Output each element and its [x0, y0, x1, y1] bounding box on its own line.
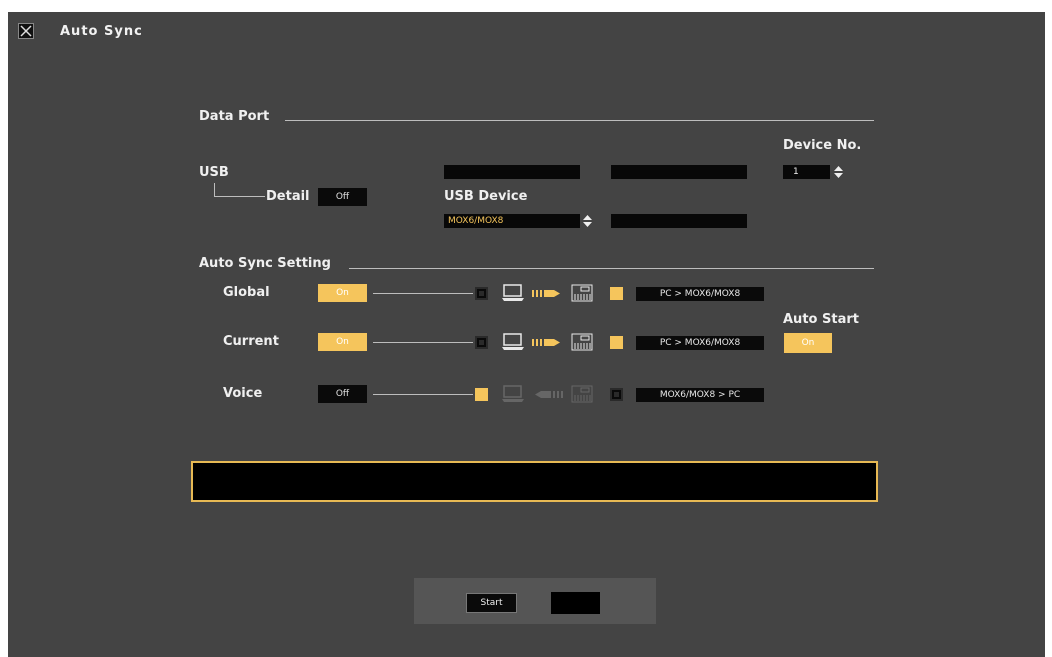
data-port-section-label: Data Port: [199, 109, 270, 124]
spin-updown-icon[interactable]: [834, 166, 843, 178]
voice-connector-line: [373, 394, 473, 395]
global-pc-checkbox[interactable]: [475, 287, 488, 300]
port-field-1: [444, 165, 580, 179]
close-icon[interactable]: [18, 23, 34, 39]
arrow-right-icon: [532, 289, 562, 298]
current-toggle[interactable]: On: [318, 333, 367, 351]
current-direction-text: PC > MOX6/MOX8: [636, 336, 764, 350]
current-synth-checkbox[interactable]: [610, 336, 623, 349]
voice-pc-checkbox[interactable]: [475, 388, 488, 401]
current-pc-checkbox[interactable]: [475, 336, 488, 349]
auto-sync-setting-divider: [349, 268, 874, 269]
voice-toggle[interactable]: Off: [318, 385, 367, 403]
voice-label: Voice: [223, 386, 263, 401]
detail-connector-line: [214, 183, 265, 197]
voice-direction-text: MOX6/MOX8 > PC: [636, 388, 764, 402]
current-connector-line: [373, 342, 473, 343]
device-no-label: Device No.: [783, 138, 862, 153]
global-synth-checkbox[interactable]: [610, 287, 623, 300]
port-field-3: [611, 214, 747, 228]
detail-toggle[interactable]: Off: [318, 188, 367, 206]
global-direction-text: PC > MOX6/MOX8: [636, 287, 764, 301]
arrow-left-icon: [535, 390, 565, 399]
current-label: Current: [223, 334, 279, 349]
stop-button[interactable]: [551, 592, 600, 614]
start-button[interactable]: Start: [466, 593, 517, 613]
window-title: Auto Sync: [60, 24, 143, 39]
status-message-box: [191, 461, 878, 502]
voice-synth-checkbox[interactable]: [610, 388, 623, 401]
detail-label: Detail: [266, 189, 310, 204]
spin-updown-icon[interactable]: [583, 215, 592, 227]
pc-icon: [502, 284, 524, 302]
synth-icon: [571, 385, 593, 403]
usb-device-label: USB Device: [444, 189, 528, 204]
global-toggle[interactable]: On: [318, 284, 367, 302]
pc-icon: [502, 333, 524, 351]
usb-device-select[interactable]: MOX6/MOX8: [444, 214, 580, 228]
bottom-control-panel: [414, 578, 656, 624]
auto-sync-window: Auto Sync Data Port USB Detail Off USB D…: [8, 12, 1045, 657]
global-label: Global: [223, 285, 270, 300]
synth-icon: [571, 333, 593, 351]
auto-start-toggle[interactable]: On: [784, 333, 832, 353]
auto-start-label: Auto Start: [783, 312, 859, 327]
data-port-divider: [285, 120, 874, 121]
device-no-select[interactable]: 1: [783, 165, 830, 179]
synth-icon: [571, 284, 593, 302]
auto-sync-setting-section-label: Auto Sync Setting: [199, 256, 331, 271]
pc-icon: [502, 385, 524, 403]
arrow-right-icon: [532, 338, 562, 347]
usb-label: USB: [199, 165, 229, 180]
global-connector-line: [373, 293, 473, 294]
port-field-2: [611, 165, 747, 179]
